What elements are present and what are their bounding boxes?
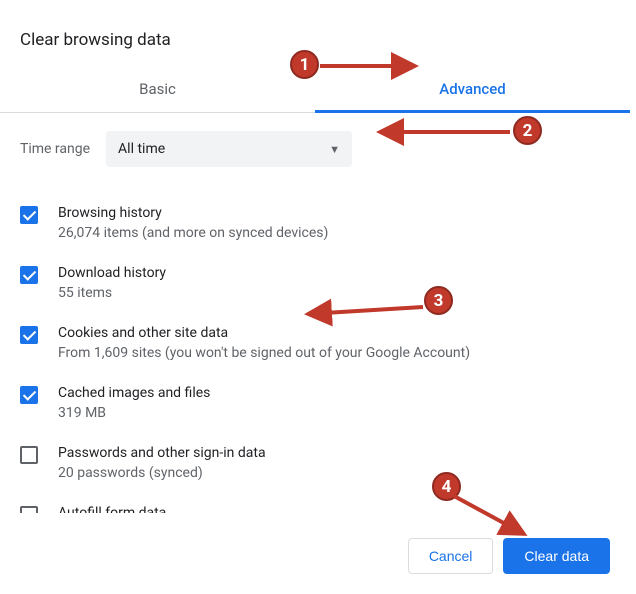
option-label: Download history xyxy=(58,265,166,281)
chevron-down-icon: ▼ xyxy=(329,143,340,156)
option-row: Download history 55 items xyxy=(20,255,610,315)
clear-data-button-label: Clear data xyxy=(524,548,589,564)
option-text: Autofill form data xyxy=(58,505,166,513)
option-row: Cookies and other site data From 1,609 si… xyxy=(20,315,610,375)
time-range-select[interactable]: All time ▼ xyxy=(106,131,352,167)
clear-browsing-data-dialog: Clear browsing data Basic Advanced Time … xyxy=(0,0,630,594)
option-subtext: From 1,609 sites (you won't be signed ou… xyxy=(58,345,470,361)
dialog-footer: Cancel Clear data xyxy=(0,513,630,594)
option-label: Browsing history xyxy=(58,205,328,221)
cancel-button-label: Cancel xyxy=(429,548,473,564)
tab-basic[interactable]: Basic xyxy=(0,66,315,112)
cancel-button[interactable]: Cancel xyxy=(408,538,494,574)
option-checkbox[interactable] xyxy=(20,326,38,344)
option-subtext: 26,074 items (and more on synced devices… xyxy=(58,225,328,241)
time-range-row: Time range All time ▼ xyxy=(20,131,610,167)
option-row: Browsing history 26,074 items (and more o… xyxy=(20,195,610,255)
tab-advanced[interactable]: Advanced xyxy=(315,66,630,112)
clear-data-button[interactable]: Clear data xyxy=(503,538,610,574)
option-label: Cookies and other site data xyxy=(58,325,470,341)
tab-advanced-label: Advanced xyxy=(439,80,505,98)
dialog-title: Clear browsing data xyxy=(0,0,630,66)
option-checkbox[interactable] xyxy=(20,206,38,224)
option-row: Autofill form data xyxy=(20,495,610,513)
options-list: Browsing history 26,074 items (and more o… xyxy=(20,195,610,513)
time-range-label: Time range xyxy=(20,141,90,157)
option-subtext: 55 items xyxy=(58,285,166,301)
option-text: Download history 55 items xyxy=(58,265,166,301)
option-text: Cookies and other site data From 1,609 si… xyxy=(58,325,470,361)
tab-basic-label: Basic xyxy=(139,80,176,98)
option-text: Cached images and files 319 MB xyxy=(58,385,210,421)
option-text: Passwords and other sign-in data 20 passw… xyxy=(58,445,266,481)
option-row: Cached images and files 319 MB xyxy=(20,375,610,435)
option-label: Passwords and other sign-in data xyxy=(58,445,266,461)
option-subtext: 20 passwords (synced) xyxy=(58,465,266,481)
option-checkbox[interactable] xyxy=(20,446,38,464)
option-checkbox[interactable] xyxy=(20,506,38,513)
time-range-value: All time xyxy=(118,141,165,157)
options-scroll-area[interactable]: Time range All time ▼ Browsing history 26… xyxy=(0,113,630,513)
option-label: Cached images and files xyxy=(58,385,210,401)
option-subtext: 319 MB xyxy=(58,405,210,421)
option-checkbox[interactable] xyxy=(20,266,38,284)
tabs: Basic Advanced xyxy=(0,66,630,113)
option-text: Browsing history 26,074 items (and more o… xyxy=(58,205,328,241)
option-row: Passwords and other sign-in data 20 passw… xyxy=(20,435,610,495)
option-label: Autofill form data xyxy=(58,505,166,513)
option-checkbox[interactable] xyxy=(20,386,38,404)
